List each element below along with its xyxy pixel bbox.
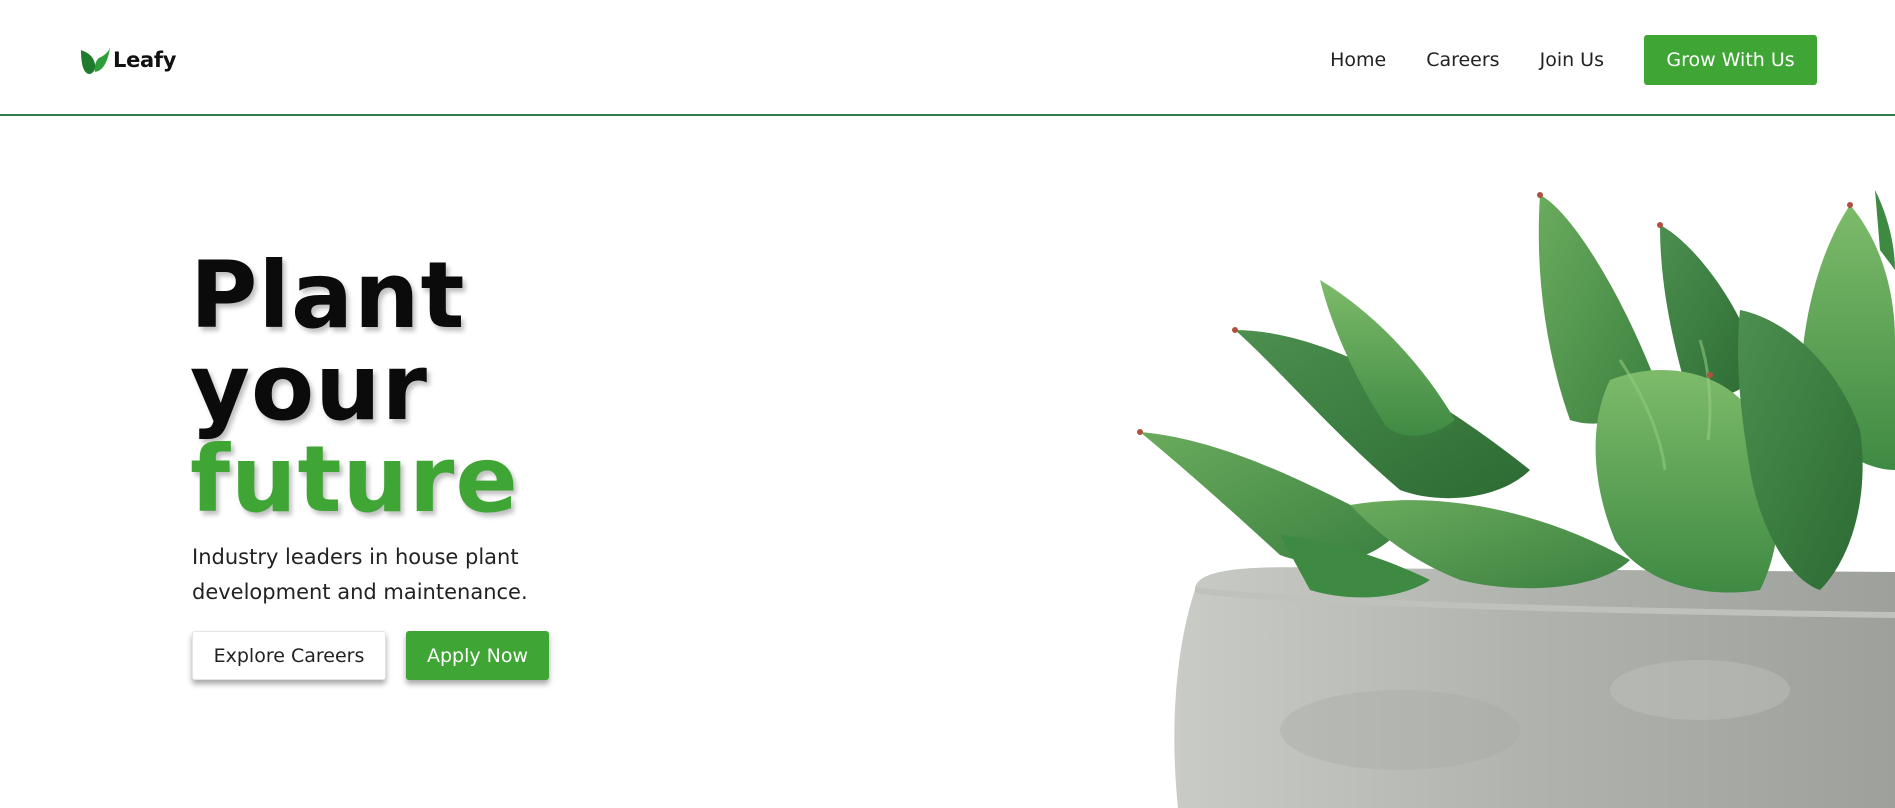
nav-link-home[interactable]: Home — [1330, 35, 1386, 85]
explore-careers-button[interactable]: Explore Careers — [192, 631, 386, 680]
hero-subtitle: Industry leaders in house plant developm… — [192, 545, 528, 604]
hero-actions: Explore Careers Apply Now — [192, 631, 549, 680]
nav-link-join-us[interactable]: Join Us — [1540, 35, 1604, 85]
leaf-icon — [81, 48, 110, 74]
succulent-plant-image — [1137, 190, 1895, 808]
nav-link-careers[interactable]: Careers — [1426, 35, 1499, 85]
hero-title-line: your — [190, 334, 429, 441]
main-nav: Home Careers Join Us Grow With Us — [1330, 35, 1817, 85]
grow-with-us-button[interactable]: Grow With Us — [1644, 35, 1817, 85]
hero-title-line: Plant — [190, 242, 466, 349]
apply-now-button[interactable]: Apply Now — [406, 631, 549, 680]
top-navigation: Leafy Home Careers Join Us Grow With Us — [0, 0, 1895, 116]
hero-title-highlight: future — [190, 426, 519, 533]
hero-title: Plant your future — [190, 250, 519, 526]
brand-logo[interactable]: Leafy — [79, 44, 176, 76]
brand-name: Leafy — [113, 48, 177, 72]
